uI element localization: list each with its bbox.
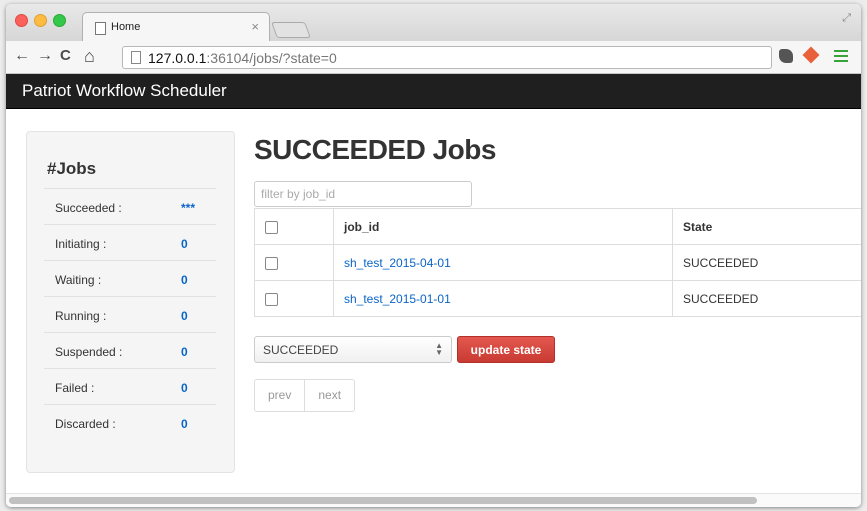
select-all-checkbox[interactable] <box>265 220 278 234</box>
minimize-window-button[interactable] <box>34 14 47 27</box>
column-header-state: State <box>672 208 861 245</box>
sidebar-item-count[interactable]: *** <box>181 201 195 215</box>
sidebar-item-label: Waiting : <box>55 273 102 287</box>
sidebar-item-count[interactable]: 0 <box>181 345 188 359</box>
app-navbar: Patriot Workflow Scheduler <box>6 74 861 109</box>
job-link[interactable]: sh_test_2015-01-01 <box>344 292 451 306</box>
sidebar-item-count[interactable]: 0 <box>181 237 188 251</box>
browser-window: Home × ⤢ ← → C ⌂ 127.0.0.1:36104/jobs/?s… <box>6 4 861 507</box>
row-select-cell <box>254 244 334 281</box>
menu-icon[interactable] <box>834 50 848 64</box>
zoom-window-button[interactable] <box>53 14 66 27</box>
horizontal-scrollbar[interactable] <box>6 493 861 507</box>
fullscreen-icon[interactable]: ⤢ <box>842 12 851 25</box>
reload-icon[interactable]: C <box>60 46 71 66</box>
sidebar-item-suspended: Suspended : 0 <box>44 332 216 369</box>
select-all-cell <box>254 208 334 245</box>
page-title: SUCCEEDED Jobs <box>254 134 496 165</box>
back-icon[interactable]: ← <box>14 46 30 66</box>
row-checkbox[interactable] <box>265 292 278 306</box>
job-id-cell: sh_test_2015-01-01 <box>333 280 673 317</box>
sidebar-item-succeeded: Succeeded : *** <box>44 188 216 225</box>
home-icon[interactable]: ⌂ <box>84 46 95 66</box>
scrollbar-thumb[interactable] <box>9 497 757 504</box>
sidebar-item-initiating: Initiating : 0 <box>44 224 216 261</box>
pagination: prev next <box>254 379 356 412</box>
state-cell: SUCCEEDED <box>672 280 861 317</box>
filter-input[interactable] <box>254 181 472 207</box>
sidebar-item-count[interactable]: 0 <box>181 273 188 287</box>
job-link[interactable]: sh_test_2015-04-01 <box>344 256 451 270</box>
sidebar-item-label: Initiating : <box>55 237 107 251</box>
state-select[interactable]: SUCCEEDED ▲ ▼ <box>254 336 452 363</box>
url-text: 127.0.0.1:36104/jobs/?state=0 <box>148 50 337 66</box>
job-id-cell: sh_test_2015-04-01 <box>333 244 673 281</box>
tab-close-icon[interactable]: × <box>251 19 259 34</box>
page-icon <box>131 51 141 64</box>
column-header-job-id: job_id <box>333 208 673 245</box>
browser-toolbar: ← → C ⌂ 127.0.0.1:36104/jobs/?state=0 <box>6 41 861 74</box>
table-header-row: job_id State <box>254 208 861 245</box>
sidebar-item-label: Discarded : <box>55 417 116 431</box>
table-row: sh_test_2015-01-01 SUCCEEDED <box>254 280 861 317</box>
title-bar: Home × ⤢ <box>6 4 861 42</box>
close-window-button[interactable] <box>15 14 28 27</box>
sidebar-item-failed: Failed : 0 <box>44 368 216 405</box>
state-cell: SUCCEEDED <box>672 244 861 281</box>
brand-title[interactable]: Patriot Workflow Scheduler <box>22 81 227 101</box>
sidebar-title: #Jobs <box>47 159 97 178</box>
sidebar-item-label: Succeeded : <box>55 201 122 215</box>
sidebar-item-discarded: Discarded : 0 <box>44 404 216 441</box>
extension-icon[interactable] <box>779 49 793 63</box>
address-bar[interactable]: 127.0.0.1:36104/jobs/?state=0 <box>122 46 772 69</box>
sidebar-item-label: Suspended : <box>55 345 123 359</box>
browser-tab[interactable]: Home × <box>82 12 270 42</box>
state-select-value: SUCCEEDED <box>263 343 339 357</box>
row-select-cell <box>254 280 334 317</box>
tab-title: Home <box>111 21 141 33</box>
next-button[interactable]: next <box>304 380 354 411</box>
sidebar-item-count[interactable]: 0 <box>181 381 188 395</box>
jobs-table: job_id State sh_test_2015-04-01 SUCCEEDE… <box>254 208 861 317</box>
sidebar-item-count[interactable]: 0 <box>181 417 188 431</box>
sidebar-item-label: Running : <box>55 309 107 323</box>
row-checkbox[interactable] <box>265 256 278 270</box>
table-row: sh_test_2015-04-01 SUCCEEDED <box>254 244 861 281</box>
sidebar-item-count[interactable]: 0 <box>181 309 188 323</box>
new-tab-button[interactable] <box>271 22 311 38</box>
sidebar-item-waiting: Waiting : 0 <box>44 260 216 297</box>
sidebar-item-label: Failed : <box>55 381 95 395</box>
git-extension-icon[interactable] <box>802 46 820 64</box>
jobs-sidebar: #Jobs Succeeded : *** Initiating : 0 Wai… <box>26 131 235 473</box>
forward-icon[interactable]: → <box>37 46 53 66</box>
prev-button[interactable]: prev <box>255 380 304 411</box>
page-icon <box>95 22 106 35</box>
sidebar-item-running: Running : 0 <box>44 296 216 333</box>
select-arrows-icon: ▲ ▼ <box>435 341 443 357</box>
update-state-button[interactable]: update state <box>457 336 555 363</box>
